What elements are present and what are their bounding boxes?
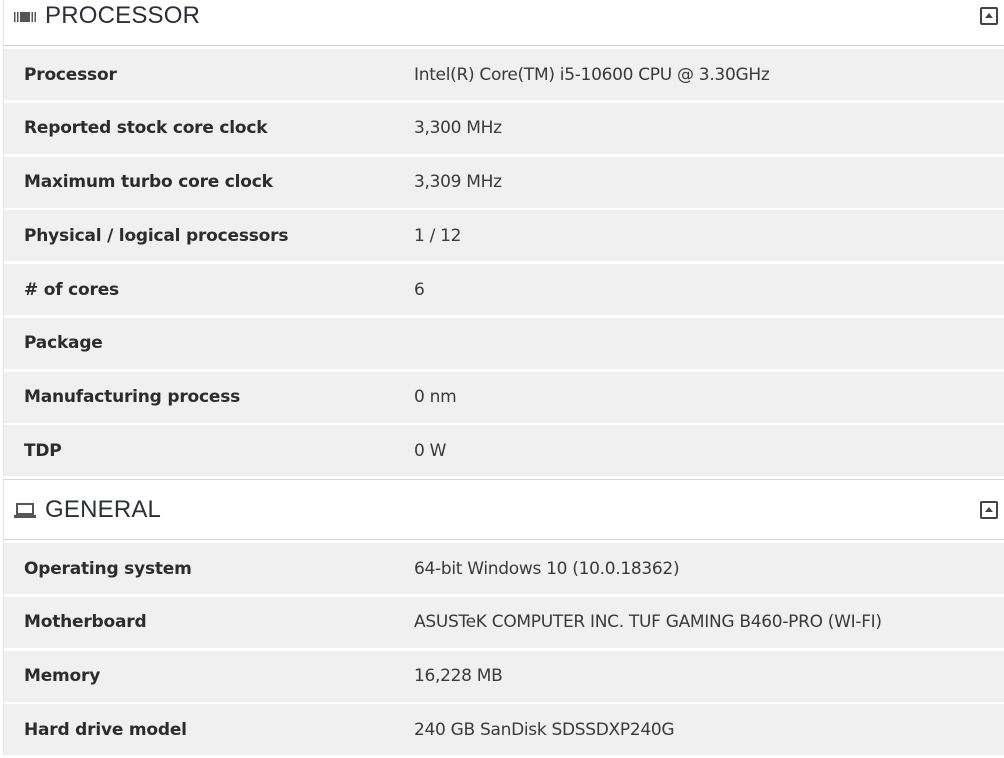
row-value: 6	[414, 279, 425, 300]
row-value: 16,228 MB	[414, 666, 503, 686]
row-value: 3,300 MHz	[414, 118, 502, 139]
processor-section-title: PROCESSOR	[45, 1, 201, 29]
row-label: Memory	[24, 666, 101, 686]
table-row: Processor Intel(R) Core(TM) i5-10600 CPU…	[4, 49, 1004, 100]
collapse-up-icon[interactable]	[980, 6, 998, 25]
general-section-title: GENERAL	[45, 495, 162, 523]
general-section: GENERAL Operating system 64-bit Windows …	[3, 479, 1004, 756]
row-label: Hard drive model	[24, 719, 187, 740]
row-value: 0 W	[414, 440, 447, 461]
row-value: ASUSTeK COMPUTER INC. TUF GAMING B460-PR…	[414, 612, 882, 633]
row-value: 3,309 MHz	[414, 172, 502, 192]
table-row: Maximum turbo core clock 3,309 MHz	[4, 156, 1004, 208]
general-rows: Operating system 64-bit Windows 10 (10.0…	[4, 540, 1004, 756]
table-row: Memory 16,228 MB	[4, 650, 1004, 702]
table-row: # of cores 6	[4, 264, 1004, 315]
row-label: Physical / logical processors	[24, 225, 289, 246]
table-row: Operating system 64-bit Windows 10 (10.0…	[4, 543, 1004, 594]
row-value: Intel(R) Core(TM) i5-10600 CPU @ 3.30GHz	[414, 64, 770, 85]
row-value: 0 nm	[414, 387, 457, 407]
row-value: 64-bit Windows 10 (10.0.18362)	[414, 558, 680, 579]
table-row: Motherboard ASUSTeK COMPUTER INC. TUF GA…	[4, 596, 1004, 648]
table-row: Reported stock core clock 3,300 MHz	[4, 102, 1004, 154]
processor-section: PROCESSOR Processor Intel(R) Core(TM) i5…	[3, 0, 1004, 477]
table-row: Physical / logical processors 1 / 12	[4, 210, 1004, 262]
collapse-up-icon[interactable]	[980, 500, 998, 519]
row-label: Manufacturing process	[24, 387, 241, 407]
table-row: Hard drive model 240 GB SanDisk SDSSDXP2…	[4, 704, 1004, 756]
processor-chip-icon	[14, 9, 36, 23]
row-label: # of cores	[24, 279, 119, 300]
row-value: 240 GB SanDisk SDSSDXP240G	[414, 719, 675, 740]
row-label: Package	[24, 333, 103, 354]
row-label: TDP	[24, 440, 62, 461]
processor-section-header[interactable]: PROCESSOR	[4, 0, 1004, 46]
table-row: Manufacturing process 0 nm	[4, 371, 1004, 423]
processor-rows: Processor Intel(R) Core(TM) i5-10600 CPU…	[4, 46, 1004, 477]
laptop-icon	[14, 502, 36, 518]
row-label: Reported stock core clock	[24, 118, 268, 139]
general-section-header[interactable]: GENERAL	[4, 480, 1004, 540]
row-label: Maximum turbo core clock	[24, 172, 273, 192]
table-row: Package	[4, 317, 1004, 369]
row-label: Motherboard	[24, 612, 147, 633]
row-label: Processor	[24, 64, 117, 85]
table-row: TDP 0 W	[4, 425, 1004, 477]
row-label: Operating system	[24, 558, 192, 579]
row-value: 1 / 12	[414, 225, 462, 246]
